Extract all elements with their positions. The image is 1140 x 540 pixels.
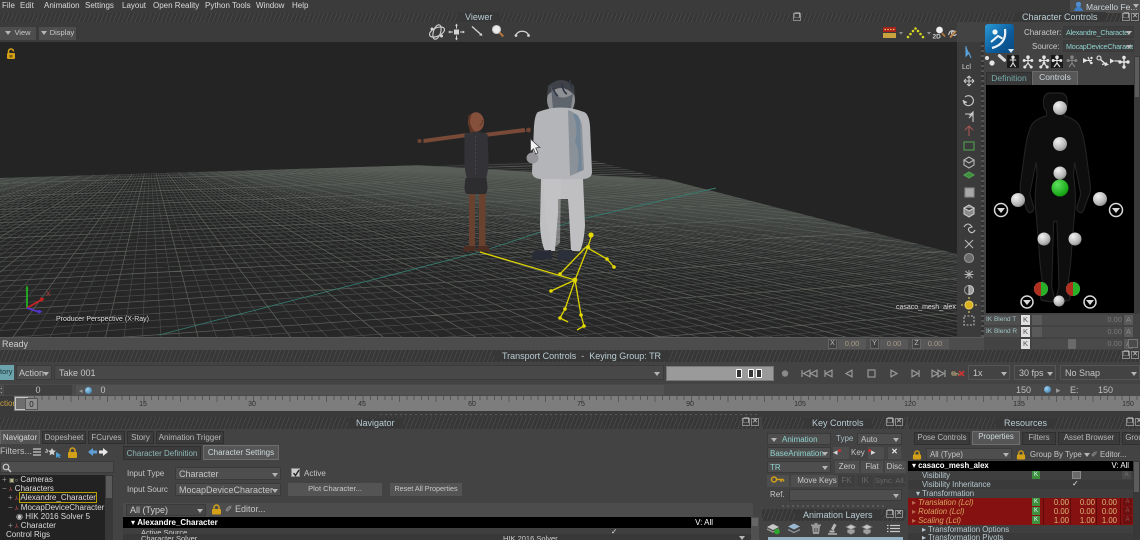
svg-text:2D: 2D: [933, 34, 942, 41]
svg-text:X: X: [46, 291, 51, 298]
svg-text:Lcl: Lcl: [962, 64, 971, 71]
